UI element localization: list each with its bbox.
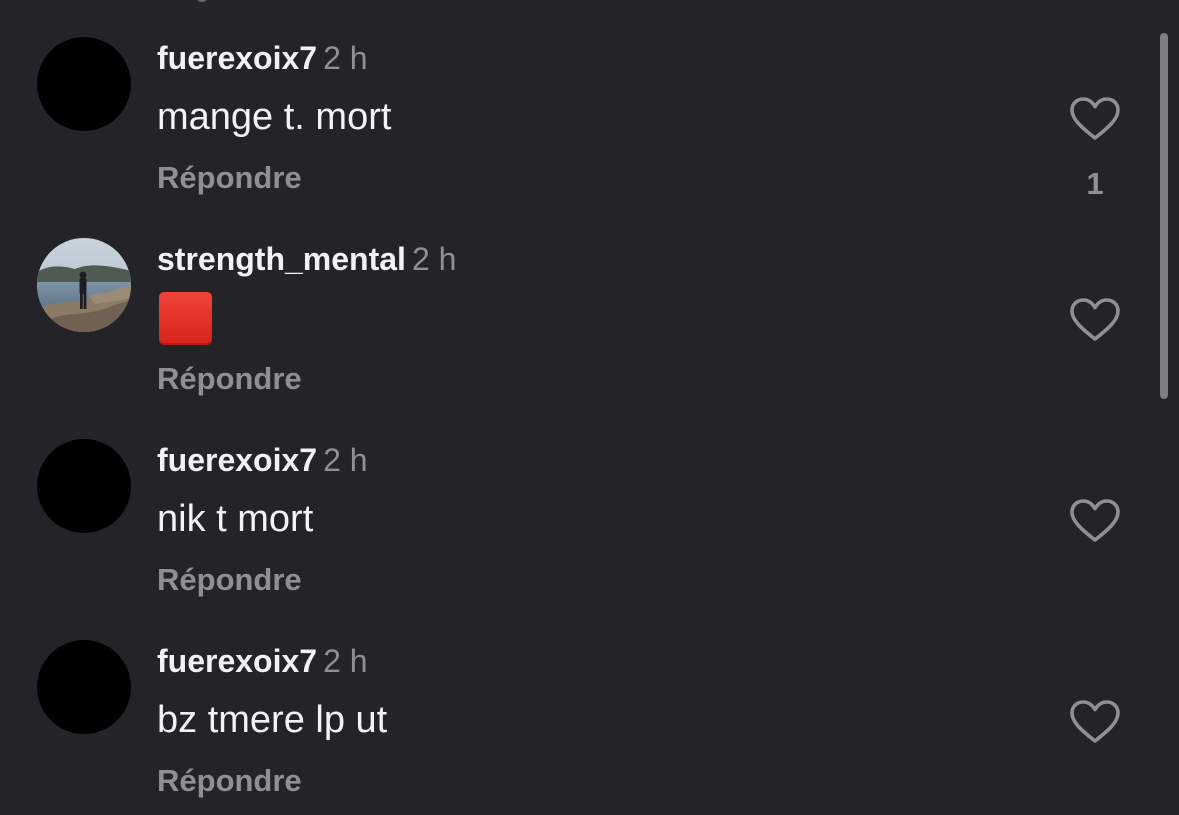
scrollbar[interactable] <box>1160 33 1168 399</box>
comment-header: fuerexoix7 2 h <box>157 440 368 487</box>
reply-button[interactable]: Répondre <box>157 359 302 399</box>
heart-icon[interactable] <box>1069 96 1121 142</box>
comment-header: strength_mental 2 h <box>157 239 456 286</box>
reply-button[interactable]: Répondre <box>157 761 302 801</box>
comment-text: bz tmere lp ut <box>157 699 388 741</box>
comment-text: mange t. mort <box>157 96 392 138</box>
red-square-emoji <box>159 292 212 345</box>
comment-item: strength_mental 2 h Répondre <box>0 201 1179 402</box>
username[interactable]: fuerexoix7 <box>157 442 317 478</box>
reply-button[interactable]: Répondre <box>157 158 302 198</box>
timestamp: 2 h <box>323 40 368 76</box>
comment-item: fuerexoix7 2 h nik t mort Répondre <box>0 402 1179 603</box>
comment-header: fuerexoix7 2 h <box>157 641 368 688</box>
comment-item: fuerexoix7 2 h mange t. mort Répondre 1 <box>0 0 1179 201</box>
heart-outline-icon <box>1070 97 1120 140</box>
heart-outline-icon <box>1070 700 1120 743</box>
username[interactable]: strength_mental <box>157 241 406 277</box>
heart-icon[interactable] <box>1069 297 1121 343</box>
username[interactable]: fuerexoix7 <box>157 40 317 76</box>
reply-button[interactable]: Répondre <box>157 560 302 600</box>
comment-item: fuerexoix7 2 h bz tmere lp ut Répondre <box>0 603 1179 804</box>
timestamp: 2 h <box>411 241 457 277</box>
heart-icon[interactable] <box>1069 699 1121 745</box>
heart-icon[interactable] <box>1069 498 1121 544</box>
avatar[interactable] <box>37 640 131 734</box>
like-count: 1 <box>1086 166 1104 201</box>
comment-header: fuerexoix7 2 h <box>157 38 368 85</box>
profile-photo <box>37 238 131 332</box>
avatar[interactable] <box>37 238 131 332</box>
avatar[interactable] <box>37 37 131 131</box>
avatar[interactable] <box>37 439 131 533</box>
heart-outline-icon <box>1070 499 1120 542</box>
username[interactable]: fuerexoix7 <box>157 643 317 679</box>
timestamp: 2 h <box>323 442 368 478</box>
timestamp: 2 h <box>323 643 368 679</box>
comment-text: nik t mort <box>157 498 314 540</box>
heart-outline-icon <box>1070 298 1120 341</box>
